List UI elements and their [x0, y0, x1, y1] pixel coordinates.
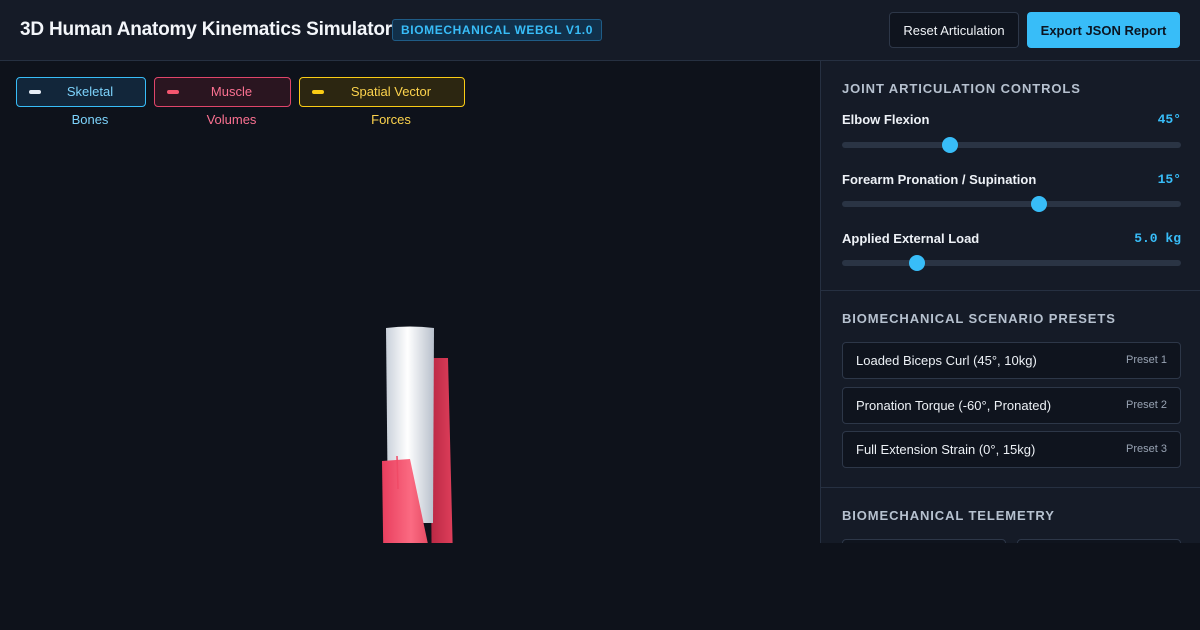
app-header: 3D Human Anatomy Kinematics Simulator BI… [0, 0, 1200, 61]
muscle-layer-swatch-icon [167, 90, 179, 94]
slider-value: 45° [1157, 112, 1181, 127]
page-title: 3D Human Anatomy Kinematics Simulator [20, 19, 392, 40]
preset-button-2[interactable]: Pronation Torque (-60°, Pronated) Preset… [842, 387, 1181, 424]
vector-layer-swatch-icon [312, 90, 324, 94]
control-panel: JOINT ARTICULATION CONTROLS Elbow Flexio… [820, 61, 1200, 543]
viewport-footer-area [0, 543, 1200, 630]
preset-button-3[interactable]: Full Extension Strain (0°, 15kg) Preset … [842, 431, 1181, 468]
slider-thumb[interactable] [908, 255, 925, 271]
presets-section: BIOMECHANICAL SCENARIO PRESETS Loaded Bi… [821, 291, 1200, 488]
slider-label: Elbow Flexion [842, 112, 930, 127]
layer-toggle-skeletal-bones[interactable]: Skeletal Bones [16, 77, 146, 127]
arm-3d-model[interactable] [360, 261, 480, 543]
elbow-flexion-slider[interactable] [842, 137, 1181, 153]
preset-name: Full Extension Strain (0°, 15kg) [856, 442, 1036, 457]
telemetry-title: BIOMECHANICAL TELEMETRY [842, 508, 1055, 523]
slider-thumb[interactable] [942, 137, 959, 153]
export-json-button[interactable]: Export JSON Report [1027, 12, 1180, 48]
joint-controls-section: JOINT ARTICULATION CONTROLS Elbow Flexio… [821, 61, 1200, 291]
forearm-pronation-slider[interactable] [842, 196, 1181, 212]
preset-name: Loaded Biceps Curl (45°, 10kg) [856, 353, 1037, 368]
bone-layer-swatch-icon [29, 90, 41, 94]
layer-toggle-label: Skeletal Bones [66, 84, 114, 127]
section-title: BIOMECHANICAL SCENARIO PRESETS [842, 311, 1116, 326]
layer-toggle-label: Spatial Vector Forces [350, 84, 432, 127]
slider-label: Applied External Load [842, 231, 980, 246]
force-vector-line [396, 455, 399, 490]
section-title: JOINT ARTICULATION CONTROLS [842, 81, 1081, 96]
layer-toggle-muscle-volumes[interactable]: Muscle Volumes [154, 77, 291, 127]
preset-tag: Preset 1 [1126, 354, 1167, 366]
version-badge: BIOMECHANICAL WEBGL V1.0 [392, 19, 602, 41]
slider-thumb[interactable] [1030, 196, 1047, 212]
preset-name: Pronation Torque (-60°, Pronated) [856, 398, 1052, 413]
reset-articulation-button[interactable]: Reset Articulation [889, 12, 1019, 48]
slider-label: Forearm Pronation / Supination [842, 172, 1037, 187]
slider-value: 15° [1157, 172, 1181, 187]
external-load-slider[interactable] [842, 255, 1181, 271]
layer-toggle-spatial-vector-forces[interactable]: Spatial Vector Forces [299, 77, 465, 127]
preset-button-1[interactable]: Loaded Biceps Curl (45°, 10kg) Preset 1 [842, 342, 1181, 379]
preset-tag: Preset 2 [1126, 399, 1167, 411]
slider-value: 5.0 kg [1134, 231, 1181, 246]
preset-tag: Preset 3 [1126, 443, 1167, 455]
layer-toggle-label: Muscle Volumes [206, 84, 257, 127]
3d-viewport[interactable]: Skeletal Bones Muscle Volumes Spatial Ve… [0, 61, 820, 543]
